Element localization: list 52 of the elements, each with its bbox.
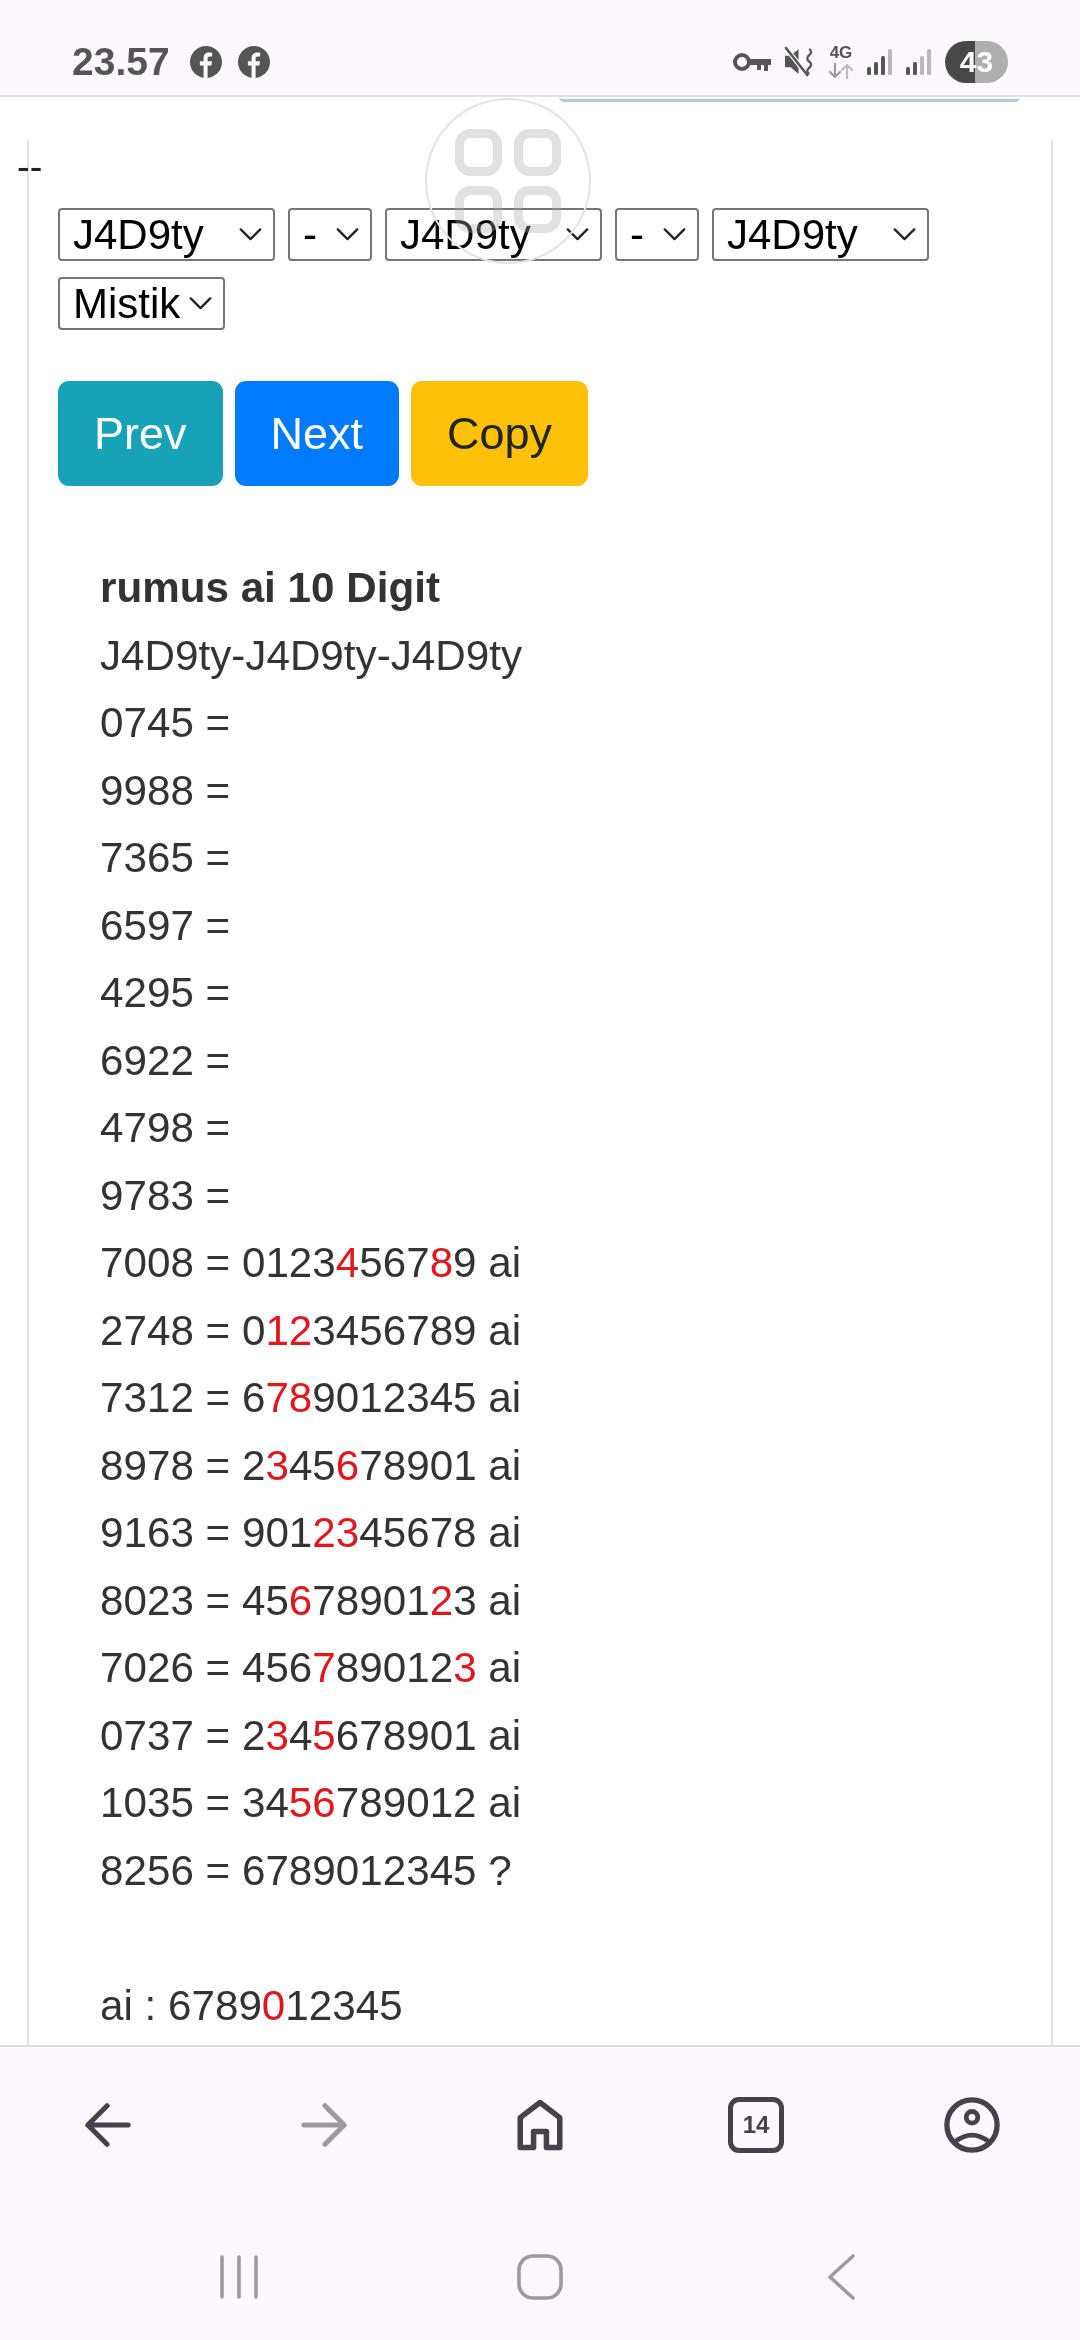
account-icon[interactable] [944, 2097, 1000, 2153]
back-icon[interactable] [826, 2253, 855, 2300]
result-line: 9783 = [100, 1170, 231, 1221]
pattern-text: J4D9ty-J4D9ty-J4D9ty [100, 630, 522, 681]
result-line: 7365 = [100, 833, 231, 883]
home-icon[interactable] [517, 2099, 563, 2151]
dropdown[interactable]: J4D9ty [58, 208, 275, 261]
dropdown[interactable]: J4D9ty [385, 208, 602, 261]
chevron-down-icon [663, 228, 686, 241]
dash-text: -- [17, 145, 43, 190]
chevron-down-icon [239, 228, 262, 241]
chevron-down-icon [893, 228, 916, 241]
signal-icon [867, 48, 893, 75]
recent-apps-icon[interactable] [219, 2254, 260, 2299]
result-line: 1035 = 3456789012 ai [100, 1778, 522, 1828]
result-line: 7312 = 6789012345 ai [100, 1373, 522, 1423]
result-line: 8256 = 6789012345 ? [100, 1845, 512, 1896]
result-line: 2748 = 0123456789 ai [100, 1305, 522, 1356]
result-line: 9163 = 9012345678 ai [100, 1508, 522, 1558]
result-line: 6597 = [100, 900, 231, 951]
result-line: 0737 = 2345678901 ai [100, 1710, 522, 1761]
result-line: 0745 = [100, 698, 231, 748]
result-line: 4798 = [100, 1103, 231, 1153]
chevron-down-icon [336, 228, 359, 241]
result-line: 8023 = 4567890123 ai [100, 1575, 522, 1626]
result-line: 9988 = [100, 765, 231, 816]
chevron-down-icon [566, 228, 589, 241]
summary-line: ai : 6789012345 [100, 1980, 403, 2031]
result-line: 4295 = [100, 968, 231, 1018]
dropdown[interactable]: - [615, 208, 699, 261]
clock-time: 23.57 [72, 42, 170, 81]
signal-icon [906, 48, 932, 75]
network-type-text: 4G [829, 44, 853, 61]
facebook-icon [189, 45, 222, 78]
result-line: 7026 = 4567890123 ai [100, 1643, 522, 1693]
facebook-icon [237, 45, 270, 78]
dropdown[interactable]: J4D9ty [712, 208, 929, 261]
back-arrow-icon[interactable] [85, 2103, 131, 2147]
key-icon [733, 50, 771, 73]
tab-count-button[interactable]: 14 [728, 2097, 784, 2153]
result-line: 6922 = [100, 1035, 231, 1086]
muted-speaker-icon [784, 46, 815, 77]
dropdown[interactable]: - [288, 208, 372, 261]
result-line: 7008 = 0123456789 ai [100, 1238, 522, 1288]
result-title: rumus ai 10 Digit [100, 563, 440, 613]
home-button-icon[interactable] [517, 2253, 563, 2300]
dropdown[interactable]: Mistik [58, 277, 225, 330]
data-arrows-icon [828, 63, 854, 79]
action-button[interactable]: Next [234, 381, 400, 486]
chevron-down-icon [189, 297, 212, 310]
result-line: 8978 = 2345678901 ai [100, 1440, 522, 1491]
action-button[interactable]: Copy [411, 381, 589, 486]
